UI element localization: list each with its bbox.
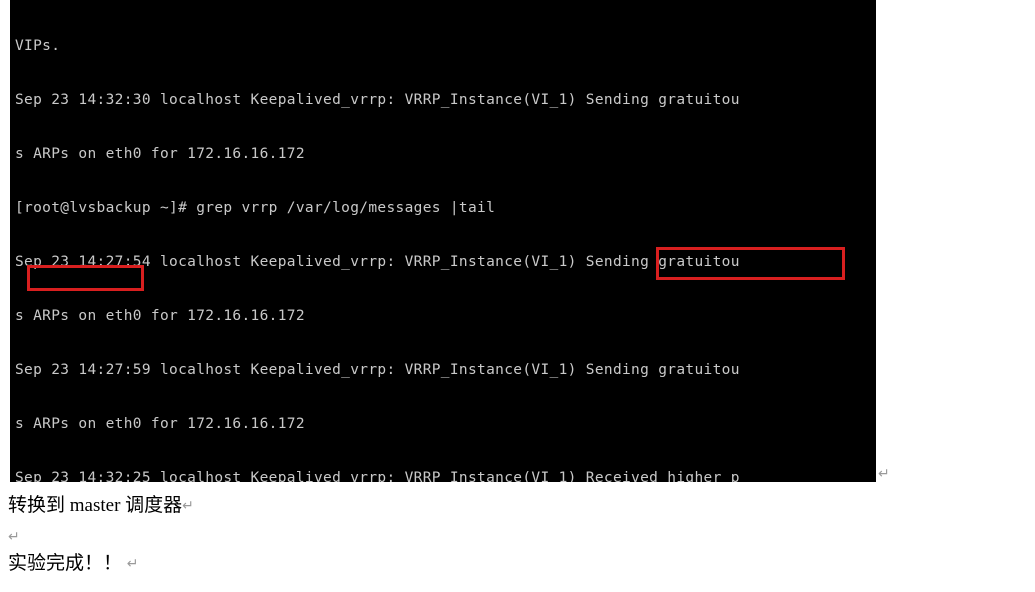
terminal-line: Sep 23 14:32:30 localhost Keepalived_vrr… (15, 92, 740, 108)
terminal-line: Sep 23 14:27:54 localhost Keepalived_vrr… (15, 254, 740, 270)
terminal-line: VIPs. (15, 38, 61, 54)
completion-paragraph: 实验完成！！ ↵ (8, 553, 139, 575)
paragraph-mark: ↵ (8, 529, 20, 545)
caption-paragraph: 转换到 master 调度器↵ (8, 495, 194, 517)
paragraph-mark: ↵ (126, 556, 139, 572)
terminal-line: Sep 23 14:27:59 localhost Keepalived_vrr… (15, 362, 740, 378)
paragraph-mark: ↵ (182, 498, 194, 514)
terminal-line: s ARPs on eth0 for 172.16.16.172 (15, 308, 305, 324)
completion-text: 实验完成！！ (8, 553, 127, 574)
terminal-window[interactable]: VIPs. Sep 23 14:32:30 localhost Keepaliv… (10, 0, 876, 482)
terminal-output: VIPs. Sep 23 14:32:30 localhost Keepaliv… (15, 1, 740, 482)
paragraph-mark: ↵ (878, 466, 890, 482)
terminal-command-line: [root@lvsbackup ~]# grep vrrp /var/log/m… (15, 200, 496, 216)
terminal-line: s ARPs on eth0 for 172.16.16.172 (15, 416, 305, 432)
blank-paragraph: ↵ (8, 526, 20, 548)
terminal-line: s ARPs on eth0 for 172.16.16.172 (15, 146, 305, 162)
terminal-line: Sep 23 14:32:25 localhost Keepalived_vrr… (15, 470, 740, 482)
caption-text: 转换到 master 调度器 (8, 495, 183, 516)
